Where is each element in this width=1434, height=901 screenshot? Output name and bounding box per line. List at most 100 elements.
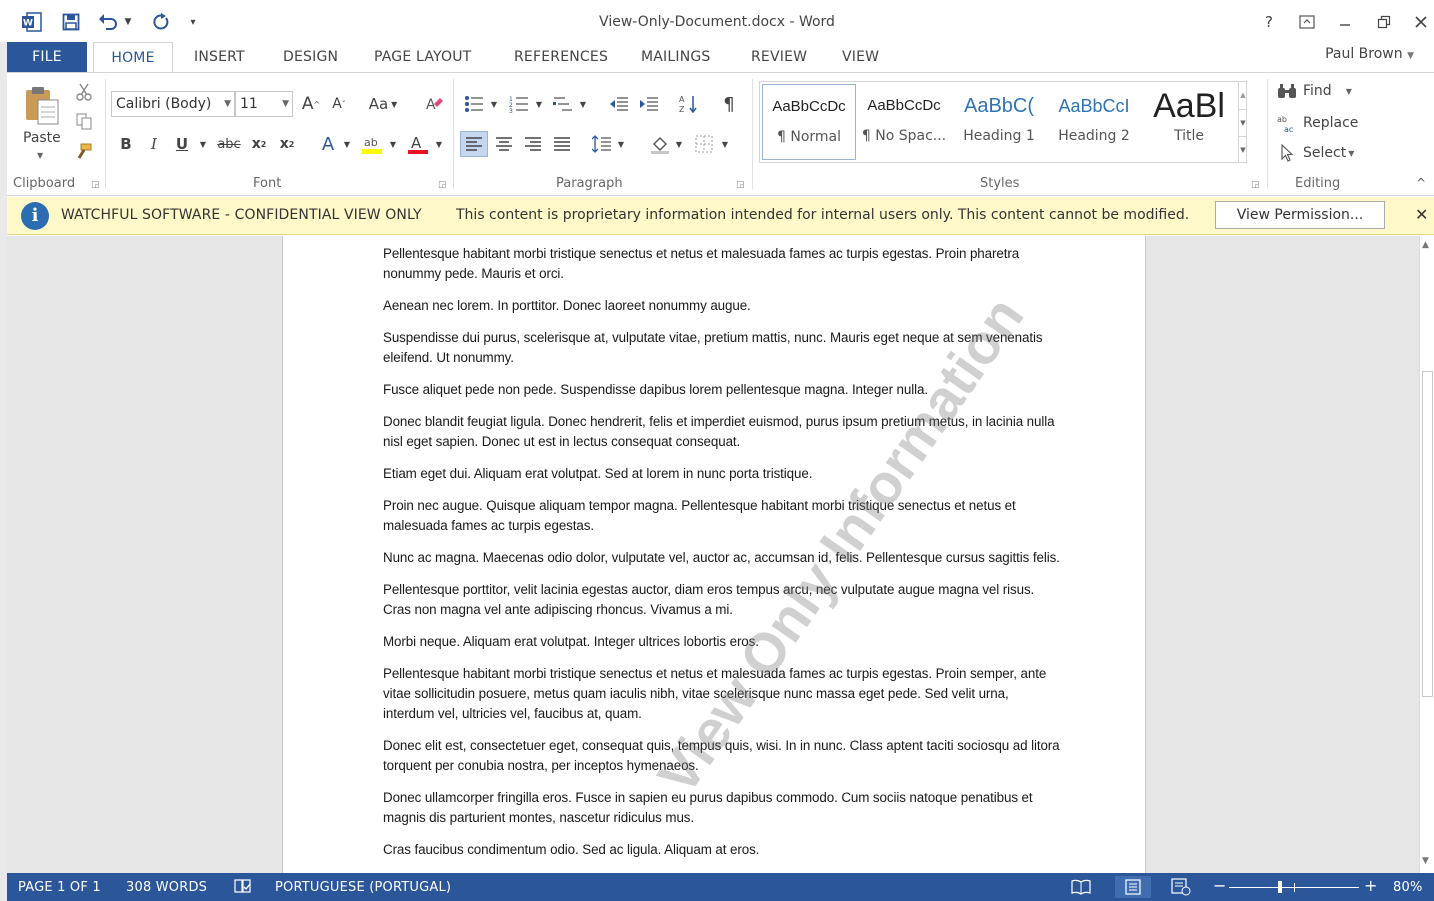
styles-scroll-up-icon[interactable]: ▲	[1238, 82, 1247, 109]
find-button[interactable]: Find ▼	[1277, 83, 1352, 99]
shading-dropdown-icon[interactable]: ▼	[673, 131, 685, 157]
grow-font-icon[interactable]: A ^	[299, 91, 323, 117]
info-bar-message: This content is proprietary information …	[456, 207, 1190, 223]
paste-dropdown-icon[interactable]: ▼	[37, 151, 43, 160]
tab-view[interactable]: VIEW	[842, 42, 879, 72]
zoom-level[interactable]: 80%	[1393, 880, 1423, 895]
language-indicator[interactable]: PORTUGUESE (PORTUGAL)	[275, 880, 451, 895]
styles-scroll-down-icon[interactable]: ▼	[1238, 109, 1247, 136]
styles-more-icon[interactable]: ▼	[1238, 136, 1247, 163]
borders-icon[interactable]	[691, 131, 717, 157]
highlight-dropdown-icon[interactable]: ▼	[387, 131, 399, 157]
replace-button[interactable]: ab ac Replace	[1277, 114, 1358, 132]
text-effects-dropdown-icon[interactable]: ▼	[341, 131, 353, 157]
word-count[interactable]: 308 WORDS	[126, 880, 207, 895]
read-mode-icon[interactable]	[1071, 879, 1091, 899]
font-color-icon[interactable]: A	[405, 131, 431, 157]
tab-references[interactable]: REFERENCES	[514, 42, 608, 72]
clear-formatting-icon[interactable]: A	[421, 91, 447, 117]
chevron-down-icon: ▼	[1407, 51, 1414, 61]
line-spacing-dropdown-icon[interactable]: ▼	[615, 131, 627, 157]
style-normal[interactable]: AaBbCcDc ¶ Normal	[762, 84, 856, 160]
dialog-launcher-icon[interactable]: ◲	[438, 180, 447, 190]
user-account[interactable]: Paul Brown ▼	[1325, 46, 1414, 62]
style-title[interactable]: AaBl Title	[1142, 84, 1236, 160]
dialog-launcher-icon[interactable]: ◲	[736, 180, 745, 190]
minimize-icon[interactable]	[1330, 9, 1360, 35]
underline-dropdown-icon[interactable]: ▼	[197, 131, 209, 157]
decrease-indent-icon[interactable]	[607, 91, 631, 117]
change-case-button[interactable]: Aa ▼	[363, 91, 403, 117]
paste-button[interactable]: Paste	[23, 130, 61, 146]
tab-page-layout[interactable]: PAGE LAYOUT	[374, 42, 471, 72]
strikethrough-icon[interactable]: abc	[215, 131, 243, 157]
borders-dropdown-icon[interactable]: ▼	[719, 131, 731, 157]
svg-text:ab: ab	[1277, 115, 1287, 124]
multilevel-list-icon[interactable]	[551, 91, 575, 117]
style-heading-2[interactable]: AaBbCcI Heading 2	[1047, 84, 1141, 160]
tab-review[interactable]: REVIEW	[751, 42, 807, 72]
subscript-icon[interactable]: x2	[247, 131, 271, 157]
increase-indent-icon[interactable]	[637, 91, 661, 117]
help-button[interactable]: ?	[1254, 9, 1284, 35]
sort-icon[interactable]: AZ	[677, 91, 701, 117]
zoom-out-icon[interactable]: −	[1213, 876, 1227, 895]
line-spacing-icon[interactable]	[589, 131, 615, 157]
shading-icon[interactable]	[647, 131, 673, 157]
align-center-icon[interactable]	[491, 131, 517, 157]
bullets-dropdown-icon[interactable]: ▼	[488, 91, 500, 117]
font-size-combo[interactable]: 11 ▼	[235, 91, 293, 117]
scrollbar-thumb[interactable]	[1422, 371, 1433, 697]
highlight-icon[interactable]: ab	[359, 131, 385, 157]
tab-home[interactable]: HOME	[93, 42, 173, 73]
align-left-icon[interactable]	[460, 131, 488, 157]
superscript-icon[interactable]: x2	[275, 131, 299, 157]
scroll-down-icon[interactable]: ▼	[1422, 856, 1429, 866]
font-color-dropdown-icon[interactable]: ▼	[433, 131, 445, 157]
page-count[interactable]: PAGE 1 OF 1	[18, 880, 101, 895]
vertical-scrollbar[interactable]: ▲ ▼	[1419, 236, 1434, 873]
group-separator	[105, 79, 106, 189]
print-layout-icon[interactable]	[1115, 876, 1151, 898]
select-button[interactable]: Select ▼	[1279, 144, 1354, 162]
view-permission-button[interactable]: View Permission...	[1215, 201, 1385, 229]
zoom-in-icon[interactable]: +	[1364, 876, 1378, 895]
tab-design[interactable]: DESIGN	[283, 42, 338, 72]
replace-icon: abac	[1277, 115, 1293, 132]
paste-icon[interactable]	[17, 81, 67, 131]
ribbon-display-options-icon[interactable]	[1292, 9, 1322, 35]
multilevel-dropdown-icon[interactable]: ▼	[577, 91, 589, 117]
tab-mailings[interactable]: MAILINGS	[641, 42, 711, 72]
numbering-dropdown-icon[interactable]: ▼	[533, 91, 545, 117]
justify-icon[interactable]	[549, 131, 575, 157]
style-name: Heading 2	[1058, 128, 1130, 144]
show-formatting-marks-icon[interactable]: ¶	[717, 91, 741, 117]
scroll-up-icon[interactable]: ▲	[1422, 240, 1429, 250]
shrink-font-icon[interactable]: Aˇ	[327, 91, 351, 117]
underline-icon[interactable]: U	[171, 131, 193, 157]
collapse-ribbon-icon[interactable]: ^	[1416, 176, 1426, 190]
text-effects-icon[interactable]: A	[315, 131, 341, 157]
bullets-icon[interactable]	[462, 91, 486, 117]
dialog-launcher-icon[interactable]: ◲	[91, 180, 100, 190]
format-painter-icon[interactable]	[73, 141, 95, 163]
info-bar-close-icon[interactable]: ✕	[1415, 205, 1428, 224]
proofing-icon[interactable]	[234, 878, 252, 898]
restore-icon[interactable]	[1369, 9, 1399, 35]
style-no-spacing[interactable]: AaBbCcDc ¶ No Spac...	[857, 84, 951, 160]
italic-icon[interactable]: I	[143, 131, 165, 157]
font-name-combo[interactable]: Calibri (Body) ▼	[111, 91, 235, 117]
copy-icon[interactable]	[73, 111, 95, 133]
web-layout-icon[interactable]	[1171, 878, 1191, 900]
numbering-icon[interactable]: 123	[507, 91, 531, 117]
style-heading-1[interactable]: AaBbC( Heading 1	[952, 84, 1046, 160]
zoom-slider-thumb[interactable]	[1278, 881, 1282, 893]
dialog-launcher-icon[interactable]: ◲	[1251, 180, 1260, 190]
tab-insert[interactable]: INSERT	[194, 42, 245, 72]
cut-icon[interactable]	[73, 81, 95, 103]
bold-icon[interactable]: B	[115, 131, 137, 157]
close-icon[interactable]	[1406, 9, 1434, 35]
document-page[interactable]: Pellentesque habitant morbi tristique se…	[282, 236, 1146, 873]
align-right-icon[interactable]	[520, 131, 546, 157]
tab-file[interactable]: FILE	[7, 42, 87, 72]
